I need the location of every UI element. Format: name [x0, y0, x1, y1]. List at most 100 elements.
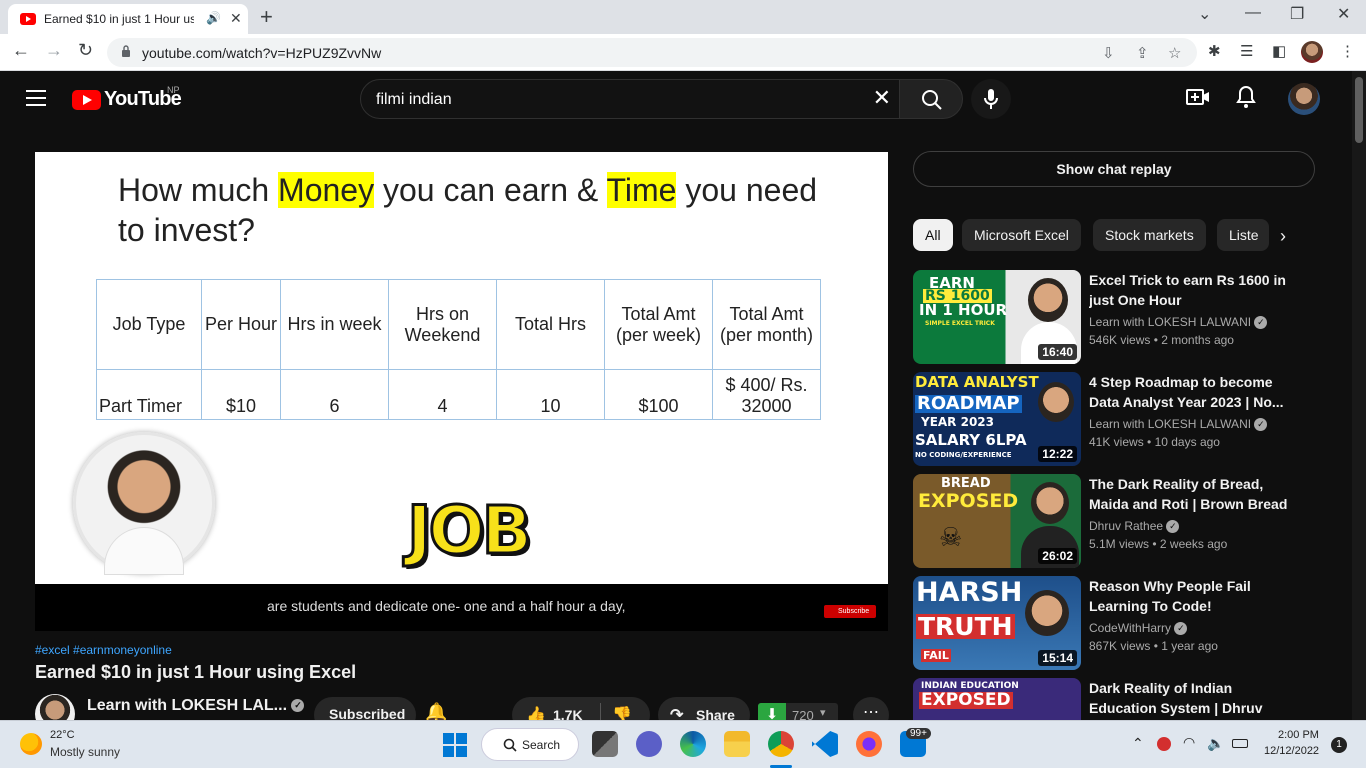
- channel-name[interactable]: Learn with LOKESH LALWANI ✓: [1089, 315, 1268, 330]
- channel-name[interactable]: CodeWithHarry ✓: [1089, 621, 1188, 636]
- security-icon[interactable]: [1157, 737, 1171, 751]
- close-tab-icon[interactable]: ✕: [230, 10, 242, 27]
- recommended-video[interactable]: HARSH TRUTH FAIL 15:14 Reason Why People…: [913, 576, 1313, 670]
- channel-name-text[interactable]: Learn with LOKESH LAL...: [87, 697, 287, 714]
- channel-name-text[interactable]: Learn with LOKESH LALWANI: [1089, 417, 1251, 431]
- minimize-button[interactable]: —: [1245, 4, 1261, 22]
- quality-dropdown-icon[interactable]: ▾: [820, 706, 826, 719]
- video-meta: 867K views • 1 year ago: [1089, 639, 1218, 653]
- thumbnail-face: [1028, 278, 1068, 322]
- recommended-video[interactable]: EARN RS 1600 IN 1 HOUR SIMPLE EXCEL TRIC…: [913, 270, 1313, 364]
- clock-time[interactable]: 2:00 PM: [1278, 729, 1319, 741]
- show-chat-replay-button[interactable]: Show chat replay: [913, 151, 1315, 187]
- video-player[interactable]: How much Money you can earn & Time you n…: [35, 152, 888, 631]
- task-view-icon[interactable]: [592, 731, 618, 757]
- thumbnail-text: DATA ANALYST: [915, 373, 1039, 391]
- maximize-button[interactable]: ❐: [1290, 4, 1304, 24]
- video-thumbnail[interactable]: INDIAN EDUCATION EXPOSED: [913, 678, 1081, 720]
- create-video-icon[interactable]: [1186, 85, 1210, 111]
- battery-icon[interactable]: [1232, 739, 1248, 748]
- channel-name-text[interactable]: CodeWithHarry: [1089, 621, 1171, 635]
- recommended-video[interactable]: BREAD EXPOSED ☠ 26:02 The Dark Reality o…: [913, 474, 1313, 568]
- channel-name[interactable]: Learn with LOKESH LAL... ✓: [87, 697, 305, 715]
- microphone-icon: [984, 89, 998, 109]
- video-title[interactable]: The Dark Reality of Bread, Maida and Rot…: [1089, 474, 1293, 514]
- video-duration: 12:22: [1038, 446, 1077, 462]
- bookmark-star-icon[interactable]: ☆: [1168, 44, 1181, 62]
- video-title[interactable]: Excel Trick to earn Rs 1600 in just One …: [1089, 270, 1293, 310]
- video-title: Earned $10 in just 1 Hour using Excel: [35, 662, 357, 682]
- wifi-icon[interactable]: ◠: [1183, 734, 1195, 751]
- tab-search-icon[interactable]: ⌄: [1198, 4, 1211, 24]
- video-title[interactable]: Reason Why People Fail Learning To Code!: [1089, 576, 1293, 616]
- table-header-cell: Hrs on Weekend: [388, 279, 497, 370]
- video-caption: are students and dedicate one- one and a…: [267, 598, 626, 614]
- slide-earnings-table: Job Type Per Hour Hrs in week Hrs on Wee…: [96, 279, 821, 420]
- channel-name[interactable]: Dhruv Rathee ✓: [1089, 519, 1180, 534]
- table-cell: Part Timer: [96, 369, 202, 420]
- windows-start-icon[interactable]: [443, 733, 467, 757]
- speaker-icon[interactable]: 🔊: [206, 11, 221, 25]
- channel-name-text[interactable]: Learn with LOKESH LALWANI: [1089, 315, 1251, 329]
- chrome-menu-icon[interactable]: ⋮: [1340, 42, 1355, 60]
- thumbnail-text: NO CODING/EXPERIENCE: [915, 451, 1012, 459]
- upload-age: 10 days ago: [1154, 435, 1220, 449]
- video-hashtags[interactable]: #excel #earnmoneyonline: [35, 643, 172, 657]
- url-omnibox[interactable]: youtube.com/watch?v=HzPUZ9ZvvNw ⇩ ⇪ ☆: [107, 38, 1197, 67]
- file-explorer-icon[interactable]: [724, 731, 750, 757]
- chevron-up-icon[interactable]: ⌃: [1132, 735, 1144, 752]
- chip-microsoft-excel[interactable]: Microsoft Excel: [962, 219, 1081, 251]
- vscode-icon[interactable]: [812, 731, 838, 757]
- weather-condition[interactable]: Mostly sunny: [50, 745, 120, 759]
- recommended-video[interactable]: DATA ANALYST ROADMAP YEAR 2023 SALARY 6L…: [913, 372, 1313, 466]
- chevron-right-icon[interactable]: ›: [1280, 226, 1286, 247]
- video-title[interactable]: 4 Step Roadmap to become Data Analyst Ye…: [1089, 372, 1293, 412]
- chrome-icon[interactable]: [768, 731, 794, 757]
- channel-name[interactable]: Learn with LOKESH LALWANI ✓: [1089, 417, 1268, 432]
- upload-age: 2 weeks ago: [1159, 537, 1228, 551]
- voice-search-button[interactable]: [971, 79, 1011, 119]
- extensions-icon[interactable]: ✱: [1208, 42, 1221, 60]
- share-page-icon[interactable]: ⇪: [1136, 44, 1149, 62]
- hamburger-menu-icon[interactable]: [26, 90, 46, 106]
- forward-icon[interactable]: →: [45, 40, 63, 61]
- profile-avatar[interactable]: [1301, 41, 1323, 63]
- close-window-button[interactable]: ✕: [1337, 4, 1350, 24]
- recommended-video[interactable]: INDIAN EDUCATION EXPOSED Dark Reality of…: [913, 678, 1313, 720]
- reload-icon[interactable]: ↻: [78, 40, 93, 61]
- scrollbar-thumb[interactable]: [1355, 77, 1363, 143]
- notifications-bell-icon[interactable]: [1236, 85, 1256, 111]
- search-input[interactable]: filmi indian ✕: [360, 79, 900, 119]
- table-header-cell: Job Type: [96, 279, 202, 370]
- chat-icon[interactable]: [636, 731, 662, 757]
- taskbar-search[interactable]: Search: [481, 728, 579, 761]
- chip-listen[interactable]: Liste: [1217, 219, 1269, 251]
- notification-count[interactable]: 1: [1331, 737, 1347, 753]
- firefox-icon[interactable]: [856, 731, 882, 757]
- reading-list-icon[interactable]: ☰: [1240, 42, 1253, 60]
- video-title[interactable]: Dark Reality of Indian Education System …: [1089, 678, 1293, 718]
- side-panel-icon[interactable]: ◧: [1272, 42, 1286, 60]
- subscribe-watermark[interactable]: Subscribe: [824, 605, 876, 618]
- chip-stock-markets[interactable]: Stock markets: [1093, 219, 1206, 251]
- back-icon[interactable]: ←: [12, 40, 30, 61]
- weather-sun-icon[interactable]: [20, 733, 42, 755]
- video-thumbnail[interactable]: HARSH TRUTH FAIL 15:14: [913, 576, 1081, 670]
- install-icon[interactable]: ⇩: [1102, 44, 1115, 62]
- chip-all[interactable]: All: [913, 219, 953, 251]
- clear-search-icon[interactable]: ✕: [873, 85, 891, 111]
- video-thumbnail[interactable]: DATA ANALYST ROADMAP YEAR 2023 SALARY 6L…: [913, 372, 1081, 466]
- new-tab-button[interactable]: +: [260, 4, 273, 30]
- weather-temp[interactable]: 22°C: [50, 729, 75, 741]
- edge-icon[interactable]: [680, 731, 706, 757]
- volume-icon[interactable]: 🔈: [1207, 735, 1224, 752]
- search-icon: [922, 90, 942, 110]
- page-scrollbar[interactable]: [1352, 71, 1366, 720]
- channel-name-text[interactable]: Dhruv Rathee: [1089, 519, 1163, 533]
- video-thumbnail[interactable]: BREAD EXPOSED ☠ 26:02: [913, 474, 1081, 568]
- search-button[interactable]: [899, 79, 963, 119]
- video-thumbnail[interactable]: EARN RS 1600 IN 1 HOUR SIMPLE EXCEL TRIC…: [913, 270, 1081, 364]
- youtube-account-avatar[interactable]: [1288, 83, 1320, 115]
- browser-tab[interactable]: Earned $10 in just 1 Hour usi 🔊 ✕: [8, 4, 248, 34]
- clock-date[interactable]: 12/12/2022: [1264, 745, 1319, 757]
